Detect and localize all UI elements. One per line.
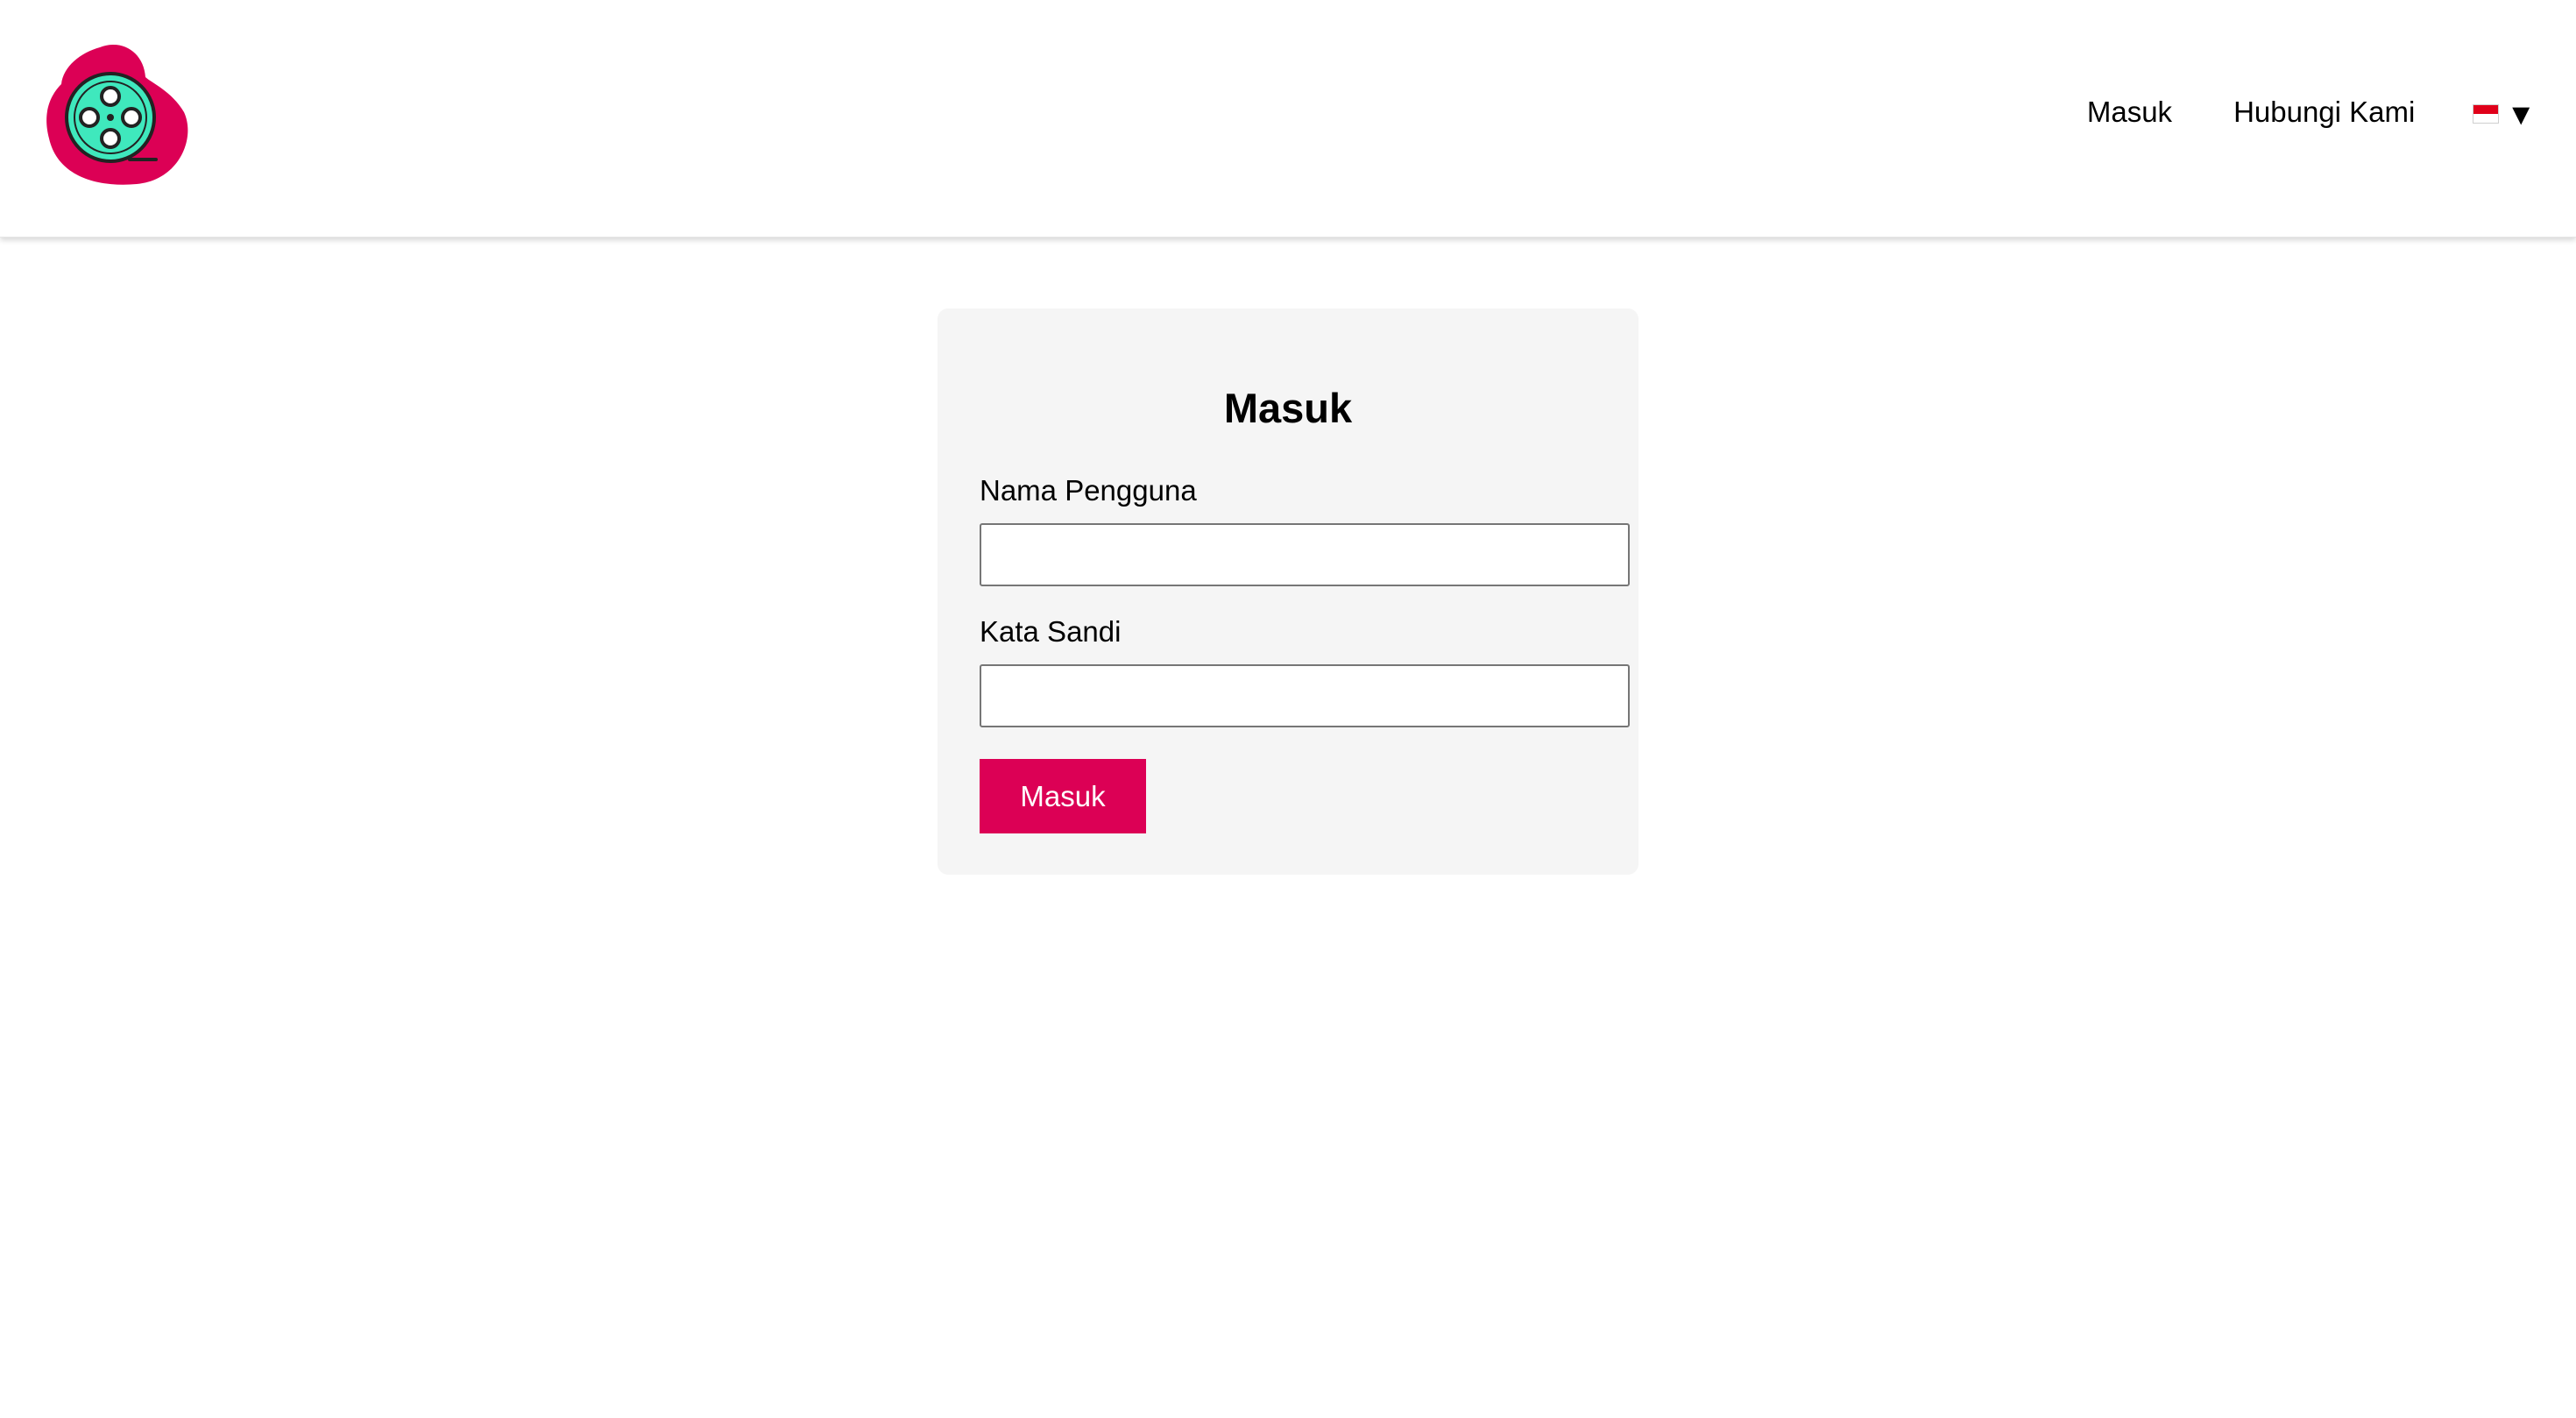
site-header: Masuk Hubungi Kami ▼ (0, 0, 2576, 238)
login-title: Masuk (1223, 385, 1353, 431)
language-selector[interactable]: ▼ (2473, 95, 2536, 130)
nav-login-link[interactable]: Masuk (2087, 96, 2172, 129)
password-input[interactable] (980, 664, 1630, 727)
caret-down-icon: ▼ (2506, 98, 2536, 131)
username-input[interactable] (980, 523, 1630, 586)
password-label: Kata Sandi (980, 615, 1122, 648)
film-reel-logo-icon[interactable] (46, 44, 189, 188)
main-nav: Masuk Hubungi Kami ▼ (2087, 88, 2536, 137)
indonesia-flag-icon (2473, 104, 2500, 124)
nav-contact-link[interactable]: Hubungi Kami (2233, 96, 2415, 129)
login-submit-button[interactable]: Masuk (980, 759, 1146, 833)
username-label: Nama Pengguna (980, 474, 1197, 507)
